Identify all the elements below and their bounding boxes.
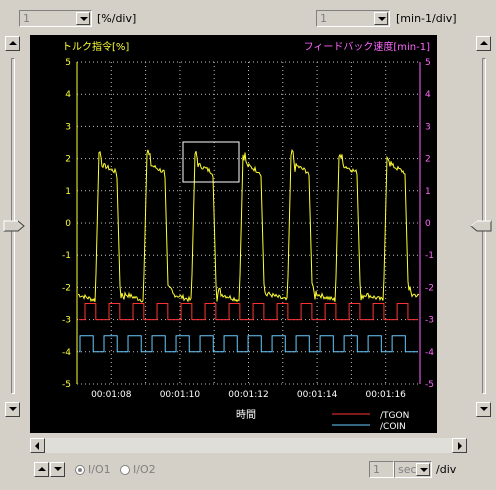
right-y-tick-label: -4 bbox=[425, 348, 434, 358]
right-y-tick-label: -5 bbox=[425, 380, 434, 390]
right-slider-thumb[interactable] bbox=[470, 220, 492, 232]
hscroll-track[interactable] bbox=[45, 438, 452, 453]
arrow-left-icon bbox=[35, 442, 39, 450]
right-y-tick-label: 3 bbox=[425, 122, 431, 132]
x-tick-label: 00:01:10 bbox=[160, 390, 201, 400]
hscroll-right-button[interactable] bbox=[452, 438, 467, 453]
arrow-down-icon bbox=[480, 407, 488, 411]
left-y-tick-label: 5 bbox=[65, 58, 71, 68]
left-scale-select[interactable]: 1 bbox=[19, 10, 92, 27]
right-axis-label: フィードバック速度[min-1] bbox=[304, 40, 431, 53]
hscroll-left-button[interactable] bbox=[30, 438, 45, 453]
left-slider-up-button[interactable] bbox=[5, 36, 20, 51]
time-unit-value: sec bbox=[398, 463, 417, 476]
channel-down-button[interactable] bbox=[50, 462, 65, 477]
io1-radio[interactable] bbox=[75, 465, 85, 475]
right-y-tick-label: 4 bbox=[425, 90, 431, 100]
chevron-down-icon bbox=[378, 17, 386, 21]
right-slider-up-button[interactable] bbox=[476, 36, 491, 51]
arrow-up-icon bbox=[9, 41, 17, 45]
arrow-up-icon bbox=[38, 467, 46, 471]
right-y-tick-label: 0 bbox=[425, 219, 431, 229]
legend-coin-label: /COIN bbox=[380, 422, 406, 432]
x-tick-label: 00:01:08 bbox=[91, 390, 132, 400]
zoom-selection-box[interactable] bbox=[182, 141, 240, 183]
right-slider-down-button[interactable] bbox=[476, 402, 491, 417]
right-scale-unit: [min-1/div] bbox=[396, 12, 457, 25]
left-axis-label: トルク指令[%] bbox=[62, 40, 129, 53]
left-y-tick-label: -4 bbox=[62, 348, 71, 358]
time-unit-select[interactable]: sec bbox=[394, 461, 432, 478]
channel-up-button[interactable] bbox=[34, 462, 49, 477]
right-scale-select[interactable]: 1 bbox=[316, 10, 390, 27]
left-slider-thumb[interactable] bbox=[3, 220, 25, 232]
tgon-trace bbox=[79, 303, 418, 321]
right-y-tick-label: 1 bbox=[425, 187, 431, 197]
left-scale-dropdown-button[interactable] bbox=[76, 12, 90, 25]
left-y-tick-label: -3 bbox=[62, 316, 71, 326]
right-y-tick-label: -2 bbox=[425, 283, 434, 293]
left-y-tick-label: 0 bbox=[65, 219, 71, 229]
right-y-tick-label: 5 bbox=[425, 58, 431, 68]
left-y-tick-label: -2 bbox=[62, 283, 71, 293]
left-y-tick-label: 3 bbox=[65, 122, 71, 132]
right-y-tick-label: -1 bbox=[425, 251, 434, 261]
left-scale-unit: [%/div] bbox=[97, 12, 137, 25]
io2-label: I/O2 bbox=[133, 463, 156, 476]
arrow-right-icon bbox=[458, 442, 462, 450]
time-unit-dropdown-button[interactable] bbox=[416, 463, 430, 476]
right-scale-dropdown-button[interactable] bbox=[374, 12, 388, 25]
legend-tgon-label: /TGON bbox=[380, 411, 409, 421]
arrow-down-icon bbox=[54, 467, 62, 471]
arrow-down-icon bbox=[9, 407, 17, 411]
coin-trace bbox=[79, 335, 418, 353]
io2-radio[interactable] bbox=[120, 465, 130, 475]
left-y-tick-label: 2 bbox=[65, 155, 71, 165]
x-tick-label: 00:01:16 bbox=[365, 390, 406, 400]
torque-trace bbox=[78, 149, 420, 303]
io1-label: I/O1 bbox=[88, 463, 111, 476]
arrow-up-icon bbox=[480, 41, 488, 45]
left-y-tick-label: 4 bbox=[65, 90, 71, 100]
right-y-tick-label: 2 bbox=[425, 155, 431, 165]
left-scale-value: 1 bbox=[23, 12, 30, 25]
right-y-tick-label: -3 bbox=[425, 316, 434, 326]
left-y-tick-label: -1 bbox=[62, 251, 71, 261]
right-scale-value: 1 bbox=[320, 12, 327, 25]
x-tick-label: 00:01:12 bbox=[228, 390, 268, 400]
left-y-tick-label: 1 bbox=[65, 187, 71, 197]
x-tick-label: 00:01:14 bbox=[297, 390, 338, 400]
time-scale-suffix: /div bbox=[436, 463, 457, 476]
left-y-tick-label: -5 bbox=[62, 380, 71, 390]
chevron-down-icon bbox=[80, 17, 88, 21]
waveform-chart: トルク指令[%] フィードバック速度[min-1] 時間 5 5 4 4 3 3 2 2 1 1 0… bbox=[30, 35, 437, 433]
chevron-down-icon bbox=[420, 468, 428, 472]
x-axis-label: 時間 bbox=[236, 409, 256, 421]
time-scale-value: 1 bbox=[373, 463, 380, 476]
time-scale-input[interactable]: 1 bbox=[369, 461, 394, 478]
waveform-svg: トルク指令[%] フィードバック速度[min-1] 時間 5 5 4 4 3 3 2 2 1 1 0… bbox=[62, 40, 434, 432]
left-slider-down-button[interactable] bbox=[5, 402, 20, 417]
